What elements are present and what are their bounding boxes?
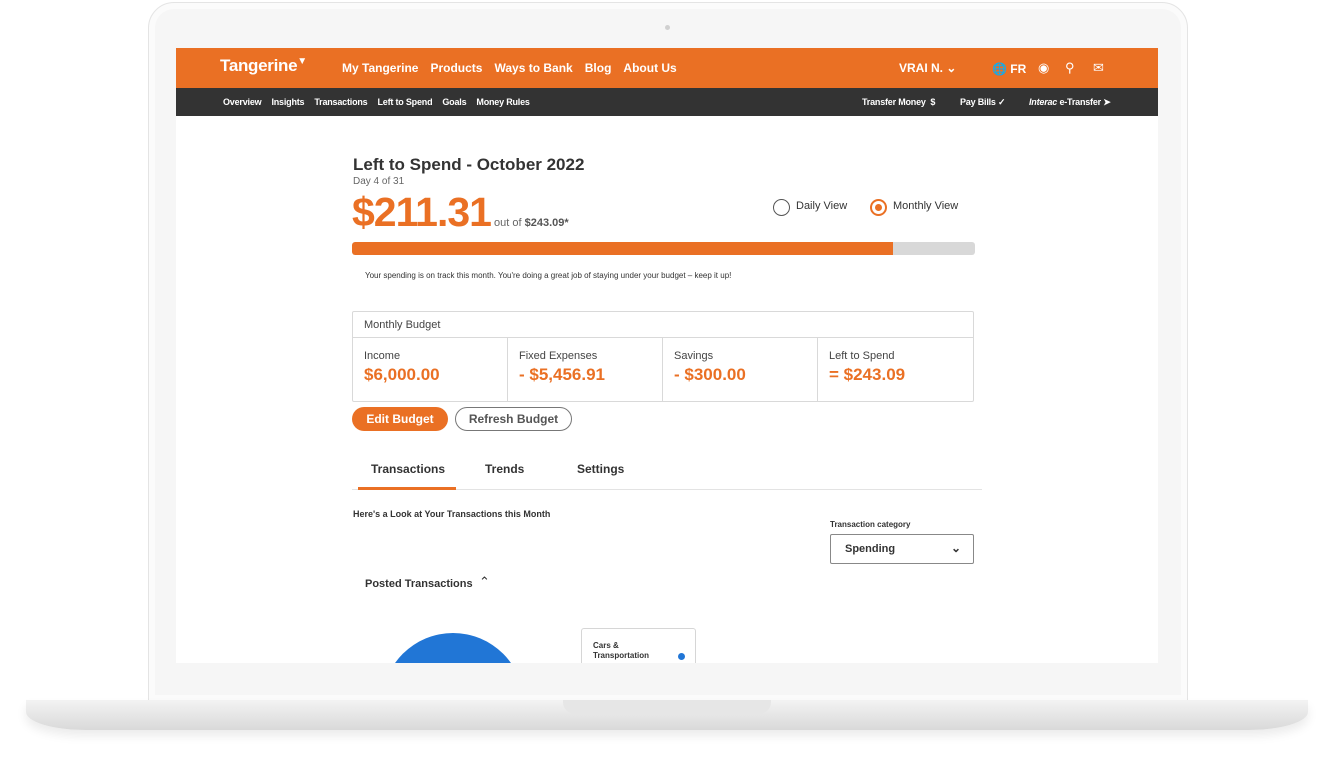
budget-total: out of $243.09* [494, 217, 569, 229]
nav-about-us[interactable]: About Us [623, 61, 676, 75]
top-navigation: Tangerine▼ My Tangerine Products Ways to… [176, 48, 1158, 88]
logo-mark-icon: ▼ [297, 56, 307, 67]
tab-transactions[interactable]: Transactions [371, 462, 445, 476]
tab-trends[interactable]: Trends [485, 462, 524, 476]
chevron-down-icon: ⌄ [946, 61, 957, 75]
chevron-up-icon[interactable]: ⌃ [479, 574, 490, 590]
transactions-section-title: Here's a Look at Your Transactions this … [353, 509, 551, 519]
checkmark-icon: ✓ [998, 97, 1006, 107]
etransfer-link[interactable]: Interac e-Transfer ➤ [1029, 97, 1111, 108]
left-to-spend-amount: $211.31 [352, 189, 492, 235]
chevron-down-icon: ⌄ [950, 541, 961, 555]
sub-nav-links: Overview Insights Transactions Left to S… [223, 97, 530, 107]
nav-my-tangerine[interactable]: My Tangerine [342, 61, 418, 75]
edit-budget-button[interactable]: Edit Budget [352, 407, 448, 431]
user-name: VRAI N. [899, 61, 944, 75]
nav-products[interactable]: Products [430, 61, 482, 75]
monthly-view-label[interactable]: Monthly View [893, 200, 958, 212]
main-nav: My Tangerine Products Ways to Bank Blog … [342, 61, 677, 75]
budget-fixed-expenses: Fixed Expenses - $5,456.91 [508, 338, 663, 401]
webcam [665, 25, 670, 30]
tab-bar: Transactions Trends Settings [352, 453, 982, 490]
on-track-message: Your spending is on track this month. Yo… [365, 271, 732, 280]
sub-navigation: Overview Insights Transactions Left to S… [176, 88, 1158, 116]
budget-savings: Savings - $300.00 [663, 338, 818, 401]
posted-transactions-toggle[interactable]: Posted Transactions [365, 578, 473, 590]
subnav-goals[interactable]: Goals [442, 97, 466, 107]
search-icon[interactable]: ⚲ [1065, 60, 1075, 76]
dollar-icon: $ [928, 97, 936, 107]
user-menu[interactable]: VRAI N. ⌄ [899, 61, 956, 75]
chart-legend-card: Cars & Transportation [581, 628, 696, 663]
language-toggle[interactable]: 🌐 FR [992, 62, 1026, 76]
active-tab-indicator [358, 487, 456, 490]
daily-view-radio[interactable] [773, 199, 790, 216]
tangerine-logo[interactable]: Tangerine▼ [220, 56, 307, 76]
monthly-view-radio[interactable] [870, 199, 887, 216]
day-progress: Day 4 of 31 [353, 176, 405, 187]
send-icon: ➤ [1103, 97, 1111, 107]
subnav-insights[interactable]: Insights [271, 97, 304, 107]
spending-pie-chart [382, 633, 524, 663]
globe-icon: 🌐 [992, 62, 1007, 76]
daily-view-label[interactable]: Daily View [796, 200, 847, 212]
budget-income: Income $6,000.00 [353, 338, 508, 401]
refresh-budget-button[interactable]: Refresh Budget [455, 407, 572, 431]
tab-settings[interactable]: Settings [577, 462, 624, 476]
spending-progress-bar [352, 242, 975, 255]
monthly-budget-card: Monthly Budget Income $6,000.00 Fixed Ex… [352, 311, 974, 402]
laptop-mockup: Tangerine▼ My Tangerine Products Ways to… [0, 0, 1330, 766]
budget-left-to-spend: Left to Spend = $243.09 [829, 350, 906, 384]
pay-bills-link[interactable]: Pay Bills ✓ [960, 97, 1006, 108]
laptop-notch [563, 700, 771, 714]
subnav-left-to-spend[interactable]: Left to Spend [377, 97, 432, 107]
transfer-money-link[interactable]: Transfer Money $ [862, 97, 935, 107]
spending-progress-fill [352, 242, 894, 255]
subnav-money-rules[interactable]: Money Rules [476, 97, 530, 107]
monthly-budget-heading: Monthly Budget [353, 312, 973, 338]
location-pin-icon[interactable]: ◉ [1038, 60, 1049, 76]
legend-item-label: Cars & Transportation [593, 641, 650, 660]
browser-screen: Tangerine▼ My Tangerine Products Ways to… [176, 48, 1158, 663]
transaction-category-select[interactable]: Spending ⌄ [830, 534, 974, 564]
mail-icon[interactable]: ✉ [1093, 60, 1104, 76]
legend-dot [678, 653, 685, 660]
nav-blog[interactable]: Blog [585, 61, 612, 75]
subnav-overview[interactable]: Overview [223, 97, 262, 107]
page-title: Left to Spend - October 2022 [353, 155, 585, 174]
category-select-label: Transaction category [830, 520, 911, 529]
nav-ways-to-bank[interactable]: Ways to Bank [494, 61, 572, 75]
subnav-transactions[interactable]: Transactions [314, 97, 367, 107]
